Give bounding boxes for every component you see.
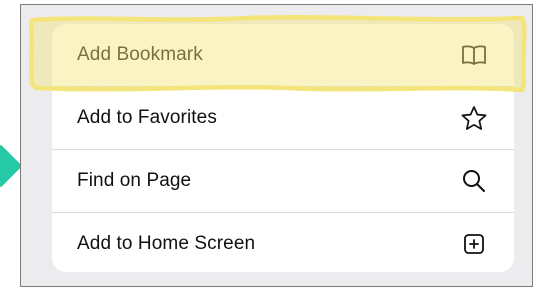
screenshot-stage: Add Bookmark Add to Favorites Find on Pa… — [0, 0, 539, 295]
menu-item-find-on-page[interactable]: Find on Page — [52, 150, 514, 212]
menu-item-label: Add Bookmark — [77, 44, 203, 65]
menu-item-add-to-home-screen[interactable]: Add to Home Screen — [52, 213, 514, 272]
book-icon — [460, 41, 488, 69]
share-menu: Add Bookmark Add to Favorites Find on Pa… — [52, 24, 514, 272]
menu-item-label: Add to Favorites — [77, 107, 217, 128]
menu-item-label: Find on Page — [77, 170, 192, 191]
teal-pointer-marker — [0, 144, 23, 188]
menu-item-label: Add to Home Screen — [77, 233, 256, 254]
menu-item-add-bookmark[interactable]: Add Bookmark — [52, 24, 514, 86]
star-icon — [460, 104, 488, 132]
menu-item-add-to-favorites[interactable]: Add to Favorites — [52, 87, 514, 149]
add-square-icon — [460, 230, 488, 258]
search-icon — [460, 167, 488, 195]
